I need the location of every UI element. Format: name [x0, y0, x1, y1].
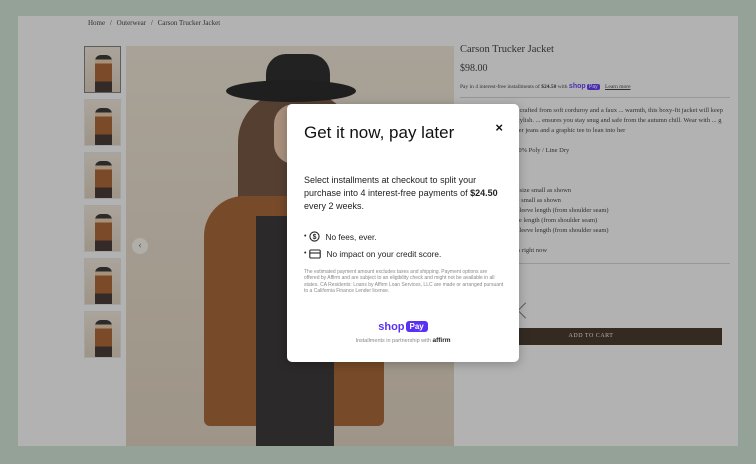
pay-logo-badge: Pay: [405, 321, 428, 332]
lead-suffix: every 2 weeks.: [304, 201, 365, 211]
modal-title: Get it now, pay later: [304, 123, 455, 142]
feature-text: No fees, ever.: [325, 231, 377, 242]
affirm-logo: affirm: [432, 337, 451, 344]
svg-text:$: $: [313, 234, 317, 241]
partner-line: Installments in partnership with affirm: [287, 337, 519, 344]
close-icon[interactable]: ×: [495, 120, 503, 135]
credit-card-icon: [309, 248, 322, 259]
shop-pay-installments-modal: × Get it now, pay later Select installme…: [287, 104, 519, 362]
feature-list: • $ No fees, ever. • No impact on your c…: [304, 228, 441, 262]
shop-pay-logo: shop Pay: [287, 317, 519, 335]
bullet: •: [304, 250, 307, 257]
partner-text: Installments in partnership with: [355, 338, 431, 344]
feature-text: No impact on your credit score.: [326, 248, 442, 259]
disclaimer: The estimated payment amount excludes ta…: [304, 269, 504, 295]
dollar-circle-icon: $: [309, 231, 321, 242]
bullet: •: [304, 233, 307, 240]
modal-lead: Select installments at checkout to split…: [304, 174, 504, 213]
lead-text: Select installments at checkout to split…: [304, 175, 477, 198]
feature-item: • No impact on your credit score.: [304, 245, 441, 262]
shop-logo-text: shop: [378, 321, 405, 333]
feature-item: • $ No fees, ever.: [304, 228, 441, 245]
lead-amount: $24.50: [470, 188, 498, 198]
